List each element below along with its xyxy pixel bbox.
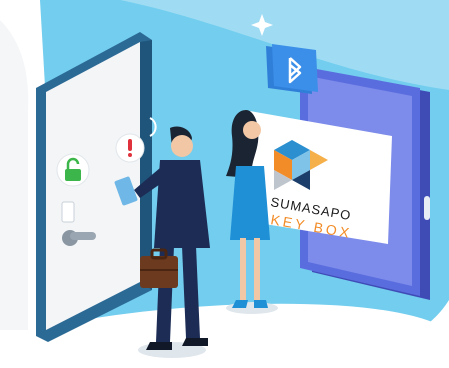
smart-lock-illustration: SUMASAPO KEY BOX (0, 0, 449, 368)
unlock-icon (56, 153, 90, 187)
card-reader (61, 201, 75, 223)
alert-icon (115, 133, 145, 163)
phone-side-button (424, 196, 430, 220)
illustration-scene: SUMASAPO KEY BOX (0, 0, 449, 368)
bluetooth-icon (266, 44, 318, 94)
left-white-panel (0, 20, 29, 330)
